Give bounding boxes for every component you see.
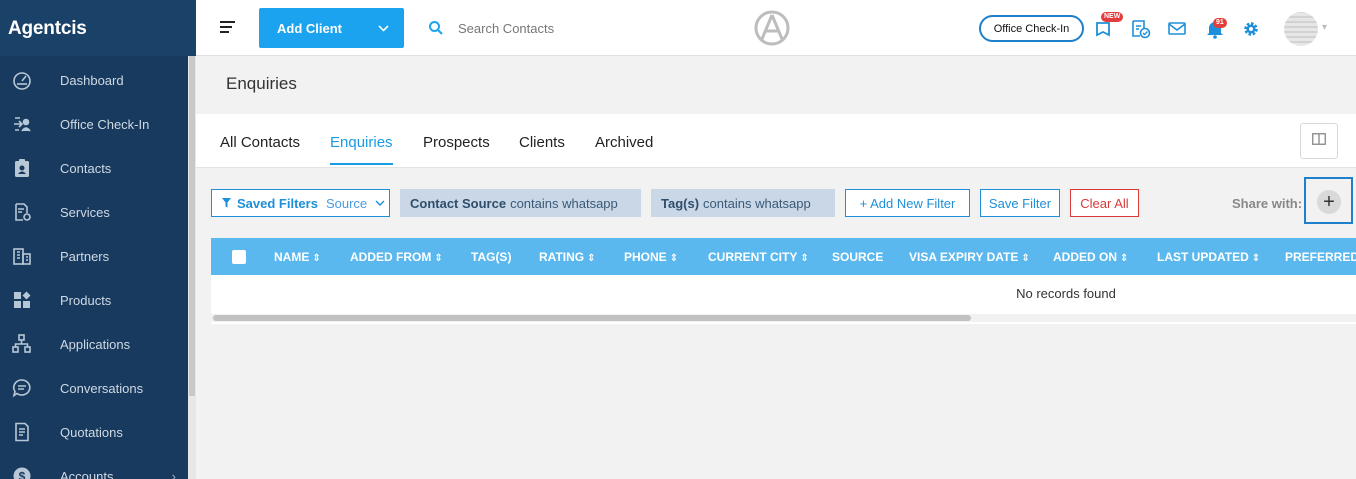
- chevron-down-icon[interactable]: ▾: [1322, 22, 1327, 33]
- sidebar-nav: Dashboard Office Check-In Contacts Servi…: [0, 58, 188, 479]
- sidebar-scrollbar[interactable]: [188, 56, 196, 479]
- brand-logo[interactable]: Agentcis: [0, 0, 196, 56]
- saved-filters-label: Saved Filters: [237, 195, 318, 211]
- column-header-name[interactable]: NAME ⇕: [274, 250, 321, 264]
- column-header-source[interactable]: SOURCE: [832, 250, 883, 264]
- workflow-icon: [0, 334, 60, 354]
- chat-icon: [0, 378, 60, 398]
- share-add-highlight: +: [1304, 177, 1353, 224]
- sidebar-item-dashboard[interactable]: Dashboard: [0, 58, 188, 102]
- building-icon: [0, 246, 60, 266]
- sidebar-item-contacts[interactable]: Contacts: [0, 146, 188, 190]
- sidebar-item-products[interactable]: Products: [0, 278, 188, 322]
- sidebar-item-label: Conversations: [60, 380, 144, 396]
- add-new-filter-button[interactable]: + Add New Filter: [845, 189, 970, 217]
- dollar-icon: $: [0, 466, 60, 479]
- top-bar: Add Client Office Check-In NEW 91 ▾: [196, 0, 1356, 56]
- sidebar-scrollbar-thumb[interactable]: [189, 56, 195, 396]
- column-header-phone[interactable]: PHONE ⇕: [624, 250, 678, 264]
- share-with-label: Share with:: [1232, 196, 1303, 211]
- page-title: Enquiries: [226, 74, 297, 93]
- avatar[interactable]: [1284, 12, 1318, 46]
- sidebar-item-label: Contacts: [60, 160, 112, 176]
- sidebar-item-office-check-in[interactable]: Office Check-In: [0, 102, 188, 146]
- table-header: NAME ⇕ ADDED FROM ⇕ TAG(S) RATING ⇕ PHONE ⇕ …: [211, 238, 1356, 275]
- filter-chip-field: Contact Source: [410, 195, 507, 211]
- tab-prospects[interactable]: Prospects: [423, 134, 490, 163]
- chevron-down-icon[interactable]: [363, 21, 404, 35]
- column-header-added-on[interactable]: ADDED ON ⇕: [1053, 250, 1128, 264]
- notification-count-badge: 91: [1213, 18, 1227, 28]
- chevron-down-icon: [375, 197, 385, 209]
- add-client-button[interactable]: Add Client: [259, 8, 404, 48]
- empty-table-message: No records found: [1016, 286, 1116, 301]
- column-header-visa-expiry-date[interactable]: VISA EXPIRY DATE ⇕: [909, 250, 1030, 264]
- sidebar-item-label: Partners: [60, 248, 110, 264]
- svg-text:$: $: [19, 470, 26, 479]
- announcements-icon[interactable]: NEW: [1094, 12, 1124, 40]
- column-header-tags[interactable]: TAG(S): [471, 250, 511, 264]
- columns-icon: [1312, 132, 1326, 150]
- chevron-right-icon: ›: [171, 468, 176, 479]
- sidebar-item-label: Applications: [60, 336, 131, 352]
- tab-clients[interactable]: Clients: [519, 134, 565, 163]
- sidebar-item-label: Dashboard: [60, 72, 124, 88]
- products-icon: [0, 290, 60, 310]
- save-filter-button[interactable]: Save Filter: [980, 189, 1060, 217]
- services-icon: [0, 202, 60, 222]
- filter-chip-field: Tag(s): [661, 195, 700, 211]
- add-client-label: Add Client: [277, 20, 342, 36]
- sidebar-item-label: Office Check-In: [60, 116, 150, 132]
- sidebar-item-quotations[interactable]: Quotations: [0, 410, 188, 454]
- sidebar-item-partners[interactable]: Partners: [0, 234, 188, 278]
- bell-icon[interactable]: 91: [1204, 18, 1227, 40]
- filter-chip-contact-source[interactable]: Contact Source contains whatsapp: [400, 189, 641, 217]
- tasks-icon[interactable]: [1130, 18, 1152, 40]
- check-in-icon: [0, 114, 60, 134]
- column-header-preferred[interactable]: PREFERRED: [1285, 250, 1356, 264]
- clear-all-button[interactable]: Clear All: [1070, 189, 1139, 217]
- gear-icon[interactable]: [1240, 18, 1262, 40]
- sidebar-item-services[interactable]: Services: [0, 190, 188, 234]
- tab-archived[interactable]: Archived: [595, 134, 653, 163]
- sidebar-item-accounts[interactable]: $ Accounts ›: [0, 454, 188, 479]
- table-scrollbar-thumb[interactable]: [213, 315, 971, 321]
- mail-icon[interactable]: [1166, 18, 1188, 40]
- filter-chip-tags[interactable]: Tag(s) contains whatsapp: [651, 189, 835, 217]
- new-badge: NEW: [1101, 12, 1124, 22]
- share-add-button[interactable]: +: [1317, 190, 1341, 214]
- company-logo-icon: [754, 10, 790, 46]
- column-header-rating[interactable]: RATING ⇕: [539, 250, 596, 264]
- column-toggle-button[interactable]: [1300, 123, 1338, 159]
- filter-chip-condition: contains whatsapp: [703, 195, 811, 211]
- select-all-checkbox[interactable]: [232, 250, 246, 264]
- contact-card-icon: [0, 158, 60, 178]
- sidebar-item-label: Accounts: [60, 468, 114, 479]
- column-header-added-from[interactable]: ADDED FROM ⇕: [350, 250, 443, 264]
- saved-filters-dropdown[interactable]: Saved Filters Source: [211, 189, 390, 217]
- filter-chip-condition: contains whatsapp: [510, 195, 618, 211]
- document-icon: [0, 422, 60, 442]
- tab-bar: All Contacts Enquiries Prospects Clients…: [196, 114, 1356, 168]
- sidebar-item-label: Services: [60, 204, 110, 220]
- column-header-current-city[interactable]: CURRENT CITY ⇕: [708, 250, 809, 264]
- sidebar-item-conversations[interactable]: Conversations: [0, 366, 188, 410]
- sidebar-item-label: Quotations: [60, 424, 123, 440]
- search-icon[interactable]: [428, 20, 444, 36]
- tab-enquiries[interactable]: Enquiries: [330, 134, 393, 165]
- gauge-icon: [0, 70, 60, 90]
- search-input[interactable]: [458, 16, 708, 40]
- office-check-in-button[interactable]: Office Check-In: [979, 15, 1084, 42]
- tab-all-contacts[interactable]: All Contacts: [220, 134, 300, 163]
- sidebar-item-applications[interactable]: Applications: [0, 322, 188, 366]
- column-header-last-updated[interactable]: LAST UPDATED ⇕: [1157, 250, 1260, 264]
- table-horizontal-scrollbar[interactable]: [211, 314, 1356, 322]
- sidebar: Agentcis Dashboard Office Check-In Conta…: [0, 0, 196, 479]
- menu-toggle-icon[interactable]: [220, 21, 236, 35]
- sidebar-item-label: Products: [60, 292, 112, 308]
- filter-icon: [222, 196, 231, 211]
- contacts-table: NAME ⇕ ADDED FROM ⇕ TAG(S) RATING ⇕ PHONE ⇕ …: [211, 238, 1356, 324]
- saved-filters-value: Source: [325, 195, 368, 211]
